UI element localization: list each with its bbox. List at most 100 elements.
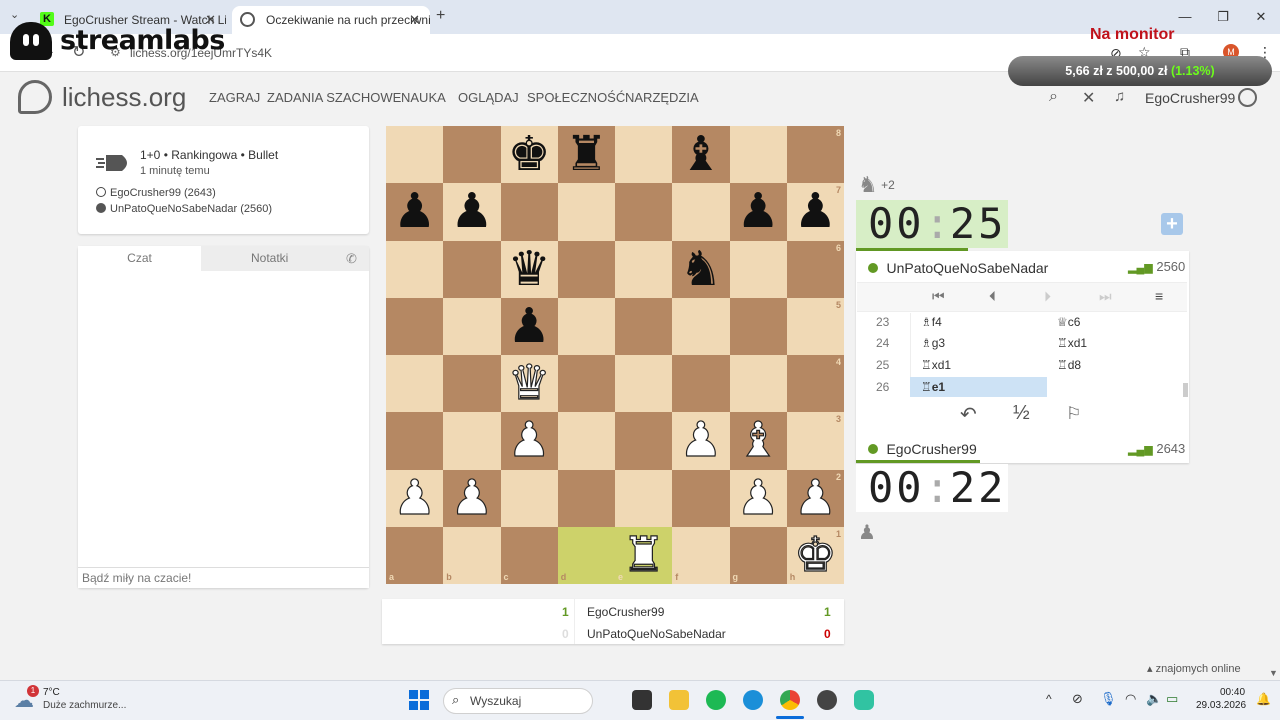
prev-move-icon[interactable]: ⏴ (989, 288, 996, 305)
search-icon[interactable]: ⌕ (1049, 88, 1058, 106)
spotify-icon[interactable] (706, 690, 726, 710)
swords-icon[interactable]: ✕ (1082, 88, 1095, 108)
window-close-icon[interactable]: ✕ (1242, 0, 1280, 34)
taskbar-search[interactable]: Wyszukaj (443, 688, 593, 714)
square-e7[interactable] (615, 183, 673, 241)
add-time-plus-icon[interactable]: + (1161, 213, 1183, 235)
black-piece-c6[interactable]: ♛ (501, 241, 558, 298)
square-a1[interactable] (386, 526, 444, 584)
square-f7[interactable] (672, 183, 730, 241)
square-d3[interactable] (557, 412, 615, 470)
nav-play[interactable]: ZAGRAJ (209, 90, 260, 106)
square-a3[interactable] (386, 412, 444, 470)
wifi-icon[interactable]: ◠ (1125, 691, 1136, 707)
square-g4[interactable] (729, 355, 787, 413)
black-piece-h7[interactable]: ♟ (787, 183, 844, 240)
square-e6[interactable] (615, 240, 673, 298)
user-menu[interactable]: EgoCrusher99 (1145, 90, 1235, 106)
black-piece-f6[interactable]: ♞ (672, 241, 729, 298)
black-piece-f8[interactable]: ♝ (672, 126, 729, 183)
black-piece-a7[interactable]: ♟ (386, 183, 443, 240)
score-player-white[interactable]: EgoCrusher99 (587, 605, 664, 619)
new-tab-plus-icon[interactable]: + (436, 7, 445, 25)
white-piece-b2[interactable]: ♟ (443, 469, 500, 527)
offer-draw-button[interactable]: ½ (1013, 402, 1030, 425)
white-piece-g2[interactable]: ♟ (730, 469, 787, 527)
square-b6[interactable] (443, 240, 501, 298)
square-e8[interactable] (615, 126, 673, 184)
square-b8[interactable] (443, 126, 501, 184)
maximize-icon[interactable]: ❐ (1204, 0, 1242, 34)
black-piece-c5[interactable]: ♟ (501, 298, 558, 355)
black-piece-d8[interactable]: ♜ (558, 126, 615, 183)
network-off-icon[interactable]: ⊘ (1072, 691, 1083, 707)
system-date[interactable]: 29.03.2026 (1196, 700, 1246, 711)
takeback-icon[interactable]: ↶ (960, 402, 977, 427)
weather-temperature[interactable]: 7°C (43, 687, 60, 698)
weather-description[interactable]: Duże zachmurze... (43, 700, 126, 711)
square-e3[interactable] (615, 412, 673, 470)
square-d4[interactable] (557, 355, 615, 413)
move-black[interactable]: ♖xd1 (1057, 336, 1087, 350)
windows-start-icon[interactable] (409, 690, 429, 710)
tab-list-chevron-icon[interactable]: ⌄ (10, 8, 19, 21)
white-piece-c4[interactable]: ♛ (501, 354, 558, 412)
square-e5[interactable] (615, 297, 673, 355)
move-white[interactable]: ♗g3 (921, 336, 945, 350)
battery-icon[interactable]: ▭ (1166, 691, 1178, 707)
square-g6[interactable] (729, 240, 787, 298)
square-b4[interactable] (443, 355, 501, 413)
square-c1[interactable] (500, 526, 558, 584)
square-a4[interactable] (386, 355, 444, 413)
black-piece-c8[interactable]: ♚ (501, 126, 558, 183)
square-d5[interactable] (557, 297, 615, 355)
score-player-black[interactable]: UnPatoQueNoSabeNadar (587, 627, 726, 641)
nav-watch[interactable]: OGLĄDAJ (458, 90, 519, 106)
black-player-row[interactable]: UnPatoQueNoSabeNadar (2560) (96, 203, 272, 215)
phone-icon[interactable]: ✆ (346, 251, 357, 267)
white-player-row[interactable]: EgoCrusher99 (2643) (96, 187, 216, 199)
streamlabs-app-icon[interactable] (854, 690, 874, 710)
square-b3[interactable] (443, 412, 501, 470)
white-piece-a2[interactable]: ♟ (386, 469, 443, 527)
tab-notes[interactable]: Notatki (201, 246, 369, 271)
black-piece-b7[interactable]: ♟ (443, 183, 500, 240)
edge-icon[interactable] (743, 690, 763, 710)
bottom-player-row[interactable]: EgoCrusher99 (868, 441, 977, 459)
square-a8[interactable] (386, 126, 444, 184)
file-explorer-icon[interactable] (669, 690, 689, 710)
white-piece-c3[interactable]: ♟ (501, 412, 558, 469)
chess-board[interactable]: 8 7 6 5 4 3 2 1 a b c d e f g h ♚ ♜ ♝ ♟ ♟ ♟ ♟ ♛ ♞ ♟ ♛ ♟ ♟ ♝ ♟ ♟ ♟ ♟ ♜ ♚ (386, 126, 844, 584)
chrome-icon[interactable] (780, 690, 800, 710)
square-f4[interactable] (672, 355, 730, 413)
square-f5[interactable] (672, 297, 730, 355)
task-view-icon[interactable] (632, 690, 652, 710)
square-g5[interactable] (729, 297, 787, 355)
square-d2[interactable] (557, 469, 615, 527)
bell-icon[interactable]: ♫ (1114, 88, 1125, 105)
user-avatar-icon[interactable] (1238, 88, 1257, 107)
nav-community[interactable]: SPOŁECZNOŚĆ (527, 90, 625, 106)
white-piece-e1[interactable]: ♜ (615, 526, 672, 584)
square-b5[interactable] (443, 297, 501, 355)
moves-scrollbar[interactable] (1183, 383, 1188, 397)
nav-learn[interactable]: NAUKA (401, 90, 446, 106)
microphone-icon[interactable]: 🎙 (1100, 691, 1117, 707)
square-c2[interactable] (500, 469, 558, 527)
friends-online-toggle[interactable]: ▴ znajomych online (1147, 662, 1241, 675)
chat-input[interactable]: Bądź miły na czacie! (78, 567, 369, 588)
tab-chat[interactable]: Czat (78, 246, 201, 271)
black-piece-g7[interactable]: ♟ (730, 183, 787, 240)
last-move-icon[interactable]: ⏭ (1099, 288, 1112, 305)
move-black[interactable]: ♖d8 (1057, 358, 1081, 372)
square-d1[interactable] (557, 526, 615, 584)
obs-icon[interactable] (817, 690, 837, 710)
square-c7[interactable] (500, 183, 558, 241)
top-player-row[interactable]: UnPatoQueNoSabeNadar (868, 260, 1048, 278)
move-white-current[interactable]: ♖e1 (921, 380, 945, 394)
next-move-icon[interactable]: ⏵ (1044, 288, 1051, 305)
notification-bell-icon[interactable]: 🔔 (1256, 692, 1271, 706)
square-f1[interactable] (672, 526, 730, 584)
white-piece-f3[interactable]: ♟ (672, 412, 729, 469)
square-d7[interactable] (557, 183, 615, 241)
